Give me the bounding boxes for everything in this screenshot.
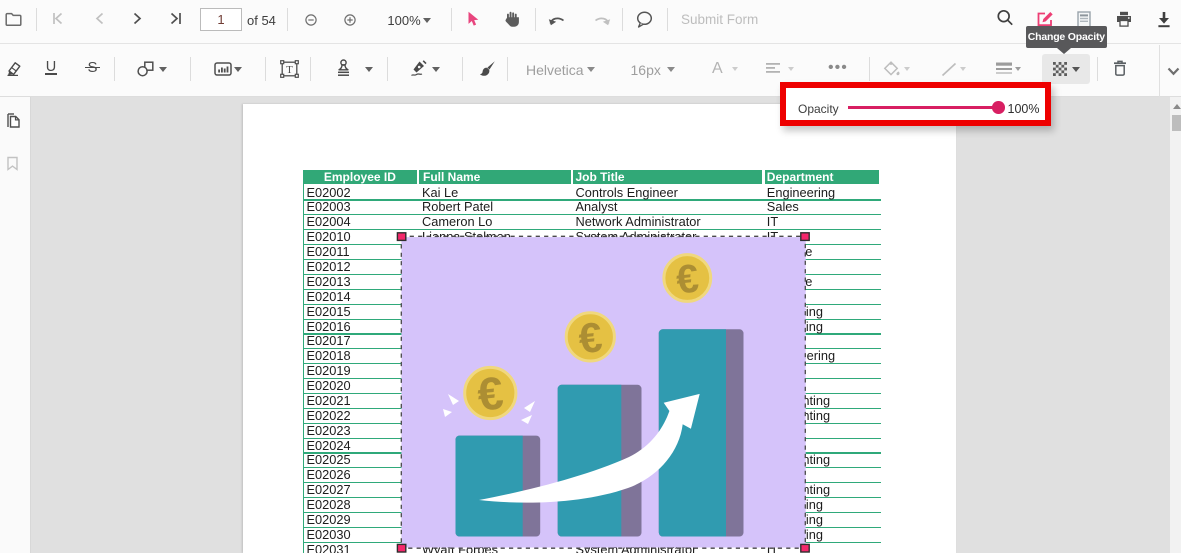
svg-text:T: T bbox=[286, 64, 293, 76]
svg-text:€: € bbox=[674, 256, 701, 302]
svg-text:€: € bbox=[475, 366, 506, 420]
svg-text:€: € bbox=[576, 313, 604, 362]
